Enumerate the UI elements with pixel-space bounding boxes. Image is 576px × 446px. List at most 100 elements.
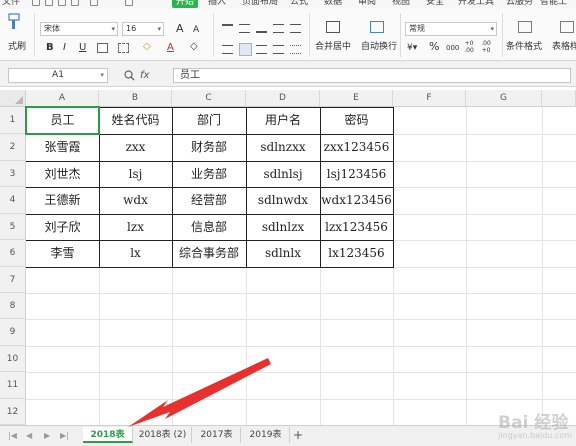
increase-decimal-button[interactable]: +0 .00 — [463, 40, 475, 54]
sheet-tab-2018[interactable]: 2018表 — [83, 427, 133, 443]
cell-c3[interactable]: 业务部 — [172, 161, 246, 187]
justify-icon[interactable] — [273, 45, 284, 54]
column-header-h[interactable] — [542, 90, 576, 107]
menu-formulas[interactable]: 公式 — [290, 0, 308, 8]
row-header-12[interactable]: 12 — [0, 399, 26, 425]
bold-button[interactable]: B — [46, 42, 54, 54]
cell-b6[interactable]: lx — [99, 240, 172, 267]
menu-smart[interactable]: 智能工 — [540, 0, 567, 8]
cell-a5[interactable]: 刘子欣 — [26, 214, 99, 240]
row-header-6[interactable]: 6 — [0, 240, 26, 267]
row-header-4[interactable]: 4 — [0, 187, 26, 214]
number-format-select[interactable]: 常规 ▾ — [405, 22, 497, 36]
formula-input[interactable]: 员工 — [173, 68, 571, 83]
align-right-icon[interactable] — [256, 45, 267, 54]
format-painter-label[interactable]: 式刷 — [8, 42, 26, 53]
cell-c2[interactable]: 财务部 — [172, 134, 246, 161]
fx-icon[interactable]: fx — [140, 70, 149, 81]
menu-insert[interactable]: 插入 — [208, 0, 226, 8]
percent-button[interactable]: % — [429, 41, 439, 53]
align-top-icon[interactable] — [222, 24, 233, 33]
cell-e6[interactable]: lx123456 — [320, 240, 393, 267]
wrap-text-icon[interactable] — [370, 21, 384, 33]
name-box[interactable]: A1 ▾ — [8, 68, 108, 83]
cell-e5[interactable]: lzx123456 — [320, 214, 393, 240]
cell-d1[interactable]: 用户名 — [246, 107, 320, 134]
cell-c5[interactable]: 信息部 — [172, 214, 246, 240]
menu-view[interactable]: 视图 — [392, 0, 410, 8]
border-icon[interactable] — [97, 43, 108, 53]
cell-d3[interactable]: sdlnlsj — [246, 161, 320, 187]
font-name-select[interactable]: 宋体 ▾ — [40, 22, 118, 36]
align-center-icon[interactable] — [239, 43, 252, 56]
column-header-e[interactable]: E — [320, 90, 393, 107]
menu-cloud[interactable]: 云服务 — [506, 0, 533, 8]
conditional-format-icon[interactable] — [518, 21, 532, 33]
last-sheet-icon[interactable]: ▶| — [60, 431, 69, 440]
table-style-icon[interactable] — [560, 21, 574, 33]
decrease-decimal-button[interactable]: .00 +0 — [480, 40, 492, 54]
row-header-2[interactable]: 2 — [0, 134, 26, 161]
cell-d6[interactable]: sdlnlx — [246, 240, 320, 267]
cell-c1[interactable]: 部门 — [172, 107, 246, 134]
menu-security[interactable]: 安全 — [426, 0, 444, 8]
column-header-b[interactable]: B — [99, 90, 172, 107]
underline-button[interactable]: U — [79, 42, 86, 54]
save-icon[interactable] — [32, 0, 40, 6]
row-header-8[interactable]: 8 — [0, 293, 26, 319]
add-sheet-button[interactable]: + — [293, 427, 303, 443]
menu-dev-tools[interactable]: 开发工具 — [458, 0, 494, 8]
align-left-icon[interactable] — [222, 45, 233, 54]
grow-font-button[interactable]: A — [176, 23, 184, 35]
cell-b2[interactable]: zxx — [99, 134, 172, 161]
row-header-3[interactable]: 3 — [0, 161, 26, 187]
cell-e4[interactable]: wdx123456 — [320, 187, 393, 214]
menu-data[interactable]: 数据 — [324, 0, 342, 8]
wrap-text-label[interactable]: 自动换行 — [361, 42, 397, 53]
preview-icon[interactable] — [58, 0, 66, 6]
indent-decrease-icon[interactable] — [273, 24, 284, 33]
column-header-a[interactable]: A — [26, 90, 99, 107]
row-header-11[interactable]: 11 — [0, 372, 26, 399]
currency-icon[interactable]: ¥▾ — [407, 42, 417, 54]
cell-d2[interactable]: sdlnzxx — [246, 134, 320, 161]
column-header-c[interactable]: C — [172, 90, 246, 107]
font-color-button[interactable]: A — [167, 42, 174, 54]
sheet-tab-2019[interactable]: 2019表 — [242, 427, 290, 443]
fill-color-icon[interactable]: ◇ — [143, 41, 151, 53]
clear-format-icon[interactable]: ◇ — [190, 41, 198, 53]
cell-a6[interactable]: 李雪 — [26, 240, 99, 267]
column-header-g[interactable]: G — [466, 90, 542, 107]
cell-b3[interactable]: lsj — [99, 161, 172, 187]
redo-icon[interactable] — [125, 0, 133, 6]
cell-a2[interactable]: 张雪霞 — [26, 134, 99, 161]
cell-d5[interactable]: sdlnlzx — [246, 214, 320, 240]
cell-c6[interactable]: 综合事务部 — [172, 240, 246, 267]
menu-home[interactable]: 开始 — [172, 0, 199, 8]
row-header-10[interactable]: 10 — [0, 346, 26, 372]
shrink-font-button[interactable]: A — [193, 24, 199, 36]
border-style-icon[interactable] — [118, 43, 129, 53]
column-header-f[interactable]: F — [393, 90, 466, 107]
align-bottom-icon[interactable] — [256, 24, 267, 33]
merge-center-icon[interactable] — [326, 21, 340, 33]
undo-icon[interactable] — [90, 0, 98, 6]
row-header-5[interactable]: 5 — [0, 214, 26, 240]
indent-increase-icon[interactable] — [290, 24, 301, 33]
column-header-d[interactable]: D — [246, 90, 320, 107]
align-middle-icon[interactable] — [239, 24, 250, 33]
first-sheet-icon[interactable]: |◀ — [8, 431, 17, 440]
sheet-tab-2018-2[interactable]: 2018表 (2) — [134, 427, 192, 443]
cell-e3[interactable]: lsj123456 — [320, 161, 393, 187]
menu-file[interactable]: 文件 — [2, 0, 20, 8]
row-header-7[interactable]: 7 — [0, 267, 26, 293]
menu-page-layout[interactable]: 页面布局 — [242, 0, 278, 8]
row-header-9[interactable]: 9 — [0, 319, 26, 346]
next-sheet-icon[interactable]: ▶ — [44, 431, 50, 440]
table-style-label[interactable]: 表格样 — [552, 42, 576, 53]
menu-review[interactable]: 审阅 — [358, 0, 376, 8]
sheet-tab-2017[interactable]: 2017表 — [193, 427, 241, 443]
merge-center-label[interactable]: 合并居中 — [315, 42, 351, 53]
font-size-select[interactable]: 16 ▾ — [122, 22, 164, 36]
cell-b4[interactable]: wdx — [99, 187, 172, 214]
